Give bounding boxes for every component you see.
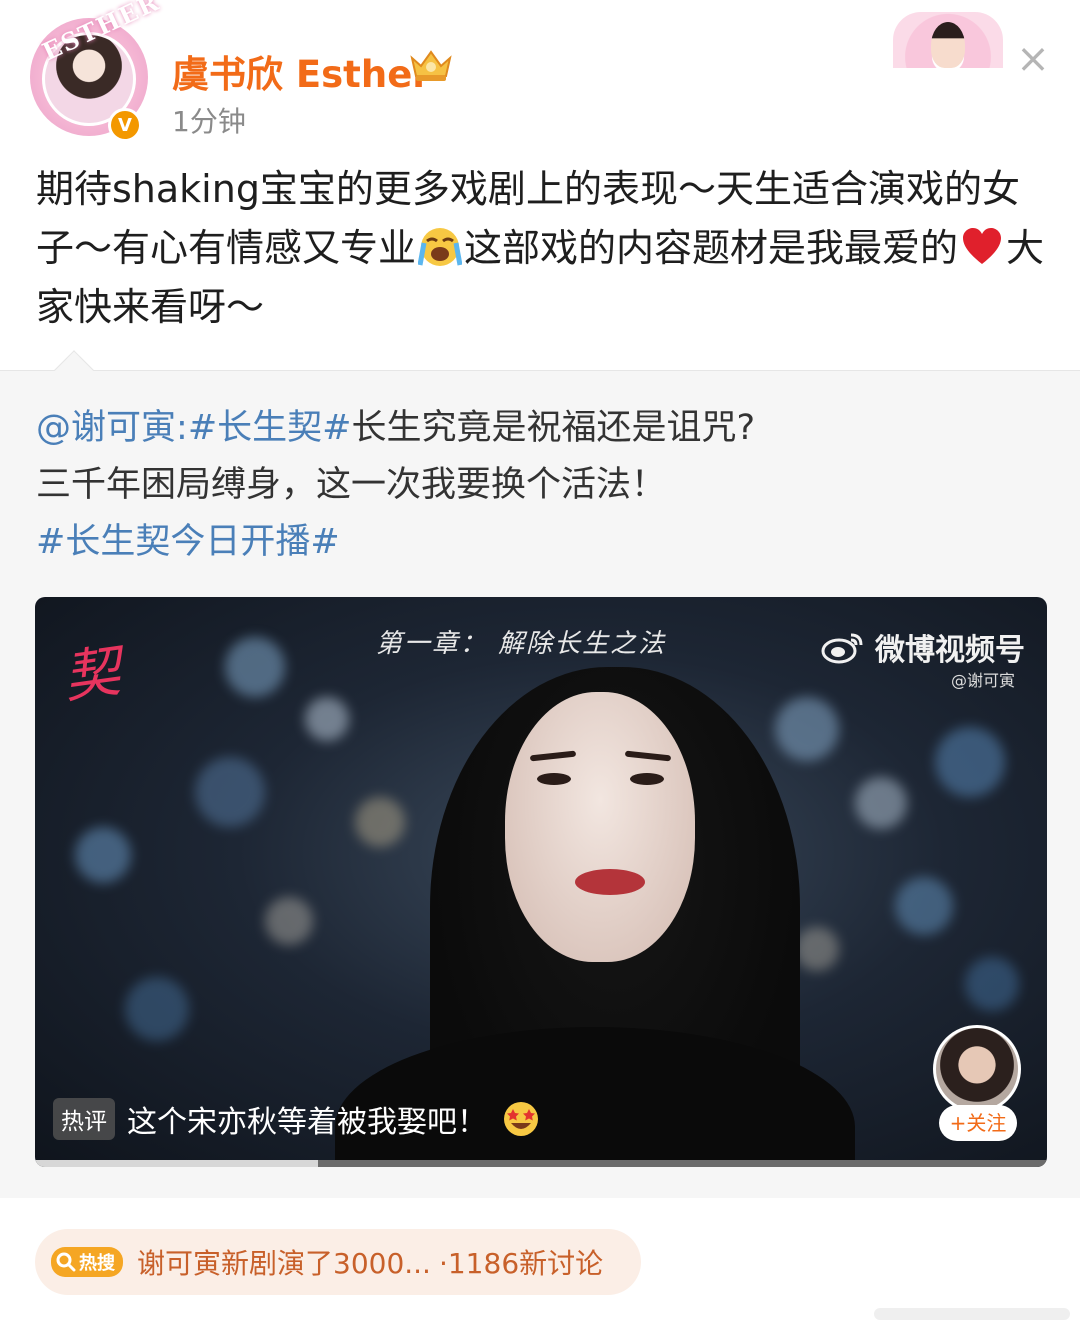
hot-search-text: 谢可寅新剧演了3000... [137,1247,431,1280]
avatar[interactable]: ESTHER V [30,0,165,142]
hot-comment-text: 这个宋亦秋等着被我娶吧！ [127,1105,487,1140]
actress-face [505,692,695,962]
repost-card[interactable]: @谢可寅:#长生契#长生究竟是祝福还是诅咒? 三千年困局缚身，这一次我要换个活法… [0,350,1080,1198]
post-body: 期待shaking宝宝的更多戏剧上的表现～天生适合演戏的女子～有心有情感又专业 … [36,160,1050,337]
actress-lips [575,869,645,895]
bokeh-light [935,727,1005,797]
post-header: ESTHER V 虞书欣 Esther 1分钟 × [0,0,1080,150]
bokeh-light [265,897,313,945]
loudly-crying-emoji [418,228,463,266]
star-struck-emoji [504,1102,538,1136]
hot-search-badge: 热搜 [51,1247,123,1277]
video-creator-handle: @谢可寅 [951,671,1016,690]
video-progress-bar[interactable] [35,1160,1047,1167]
red-heart-emoji [963,228,1002,264]
bokeh-light [125,977,189,1041]
hot-search-pill[interactable]: 热搜 谢可寅新剧演了3000... ·1186新讨论 [35,1229,641,1295]
bokeh-light [855,777,907,829]
card-theme-decoration[interactable] [893,12,1003,68]
mention-link[interactable]: @谢可寅 [36,408,176,448]
hot-search-count: ·1186新讨论 [438,1247,604,1280]
search-icon [56,1252,76,1272]
actress-eye [537,773,571,785]
theme-portrait [931,22,965,68]
follow-button[interactable]: +关注 [939,1105,1017,1141]
repost-pointer [54,350,94,390]
topic-link-premiere[interactable]: #长生契今日开播# [36,522,340,562]
topic-link[interactable]: #长生契# [188,408,352,448]
hot-comment-tag: 热评 [53,1098,115,1140]
repost-line2: 三千年困局缚身，这一次我要换个活法！ [36,465,667,505]
repost-line1: 长生究竟是祝福还是诅咒? [351,408,756,448]
bokeh-light [75,827,131,883]
repost-divider [0,370,1080,371]
close-icon[interactable]: × [1014,39,1052,79]
post-time: 1分钟 [172,105,246,138]
actress-eye [630,773,664,785]
hot-search-badge-label: 热搜 [79,1253,115,1274]
hot-comment: 热评 这个宋亦秋等着被我娶吧！ [53,1097,541,1141]
crown-vip-icon[interactable] [408,48,454,84]
weibo-video-watermark: 微博视频号 [821,625,1025,669]
bokeh-light [965,957,1019,1011]
repost-text: @谢可寅:#长生契#长生究竟是祝福还是诅咒? 三千年困局缚身，这一次我要换个活法… [36,400,1046,571]
post-text-part2: 这部戏的内容题材是我最爱的 [464,226,959,270]
video-progress-fill [35,1160,319,1167]
weibo-eye-icon [821,633,863,664]
bokeh-light [895,877,953,935]
bokeh-light [195,757,265,827]
verified-icon: V [108,108,142,142]
watermark-mark [874,1308,1070,1320]
bokeh-light [355,797,405,847]
user-name[interactable]: 虞书欣 Esther [172,44,431,98]
creator-avatar[interactable] [933,1025,1021,1113]
weibo-video-label: 微博视频号 [875,633,1025,668]
bokeh-light [795,927,839,971]
video-player[interactable]: 契 第一章： 解除长生之法 微博视频号 @谢可寅 热评 这个宋亦秋等着被我娶吧！… [35,597,1047,1167]
mention-colon: : [176,408,188,448]
bokeh-light [305,697,349,741]
bokeh-light [775,697,839,761]
